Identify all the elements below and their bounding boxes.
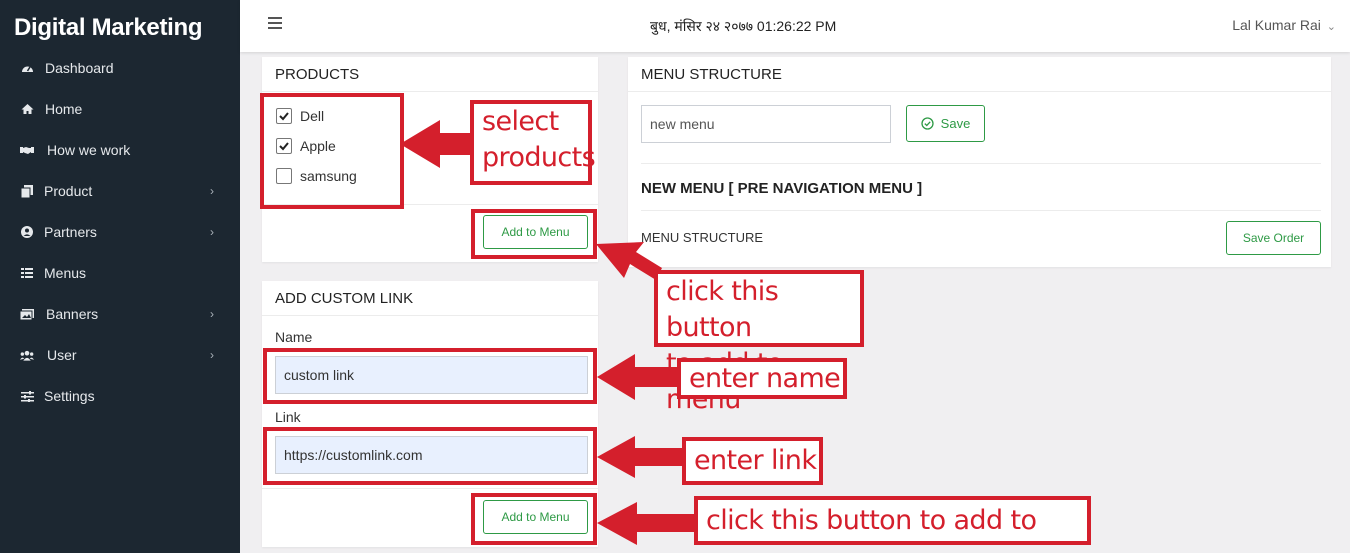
annotation-select-products: select products (470, 100, 596, 185)
check-circle-icon (921, 117, 934, 130)
new-menu-heading: NEW MENU [ PRE NAVIGATION MENU ] (641, 180, 923, 197)
annotation-line: select (482, 106, 559, 137)
sidebar-item-home[interactable]: Home (0, 94, 240, 124)
top-bar: बुध, मंसिर २४ २०७७ 01:26:22 PM Lal Kumar… (240, 0, 1350, 52)
username: Lal Kumar Rai (1232, 17, 1321, 33)
menu-name-input[interactable]: new menu (641, 105, 891, 143)
annotation-highlight-custom-link-button (471, 493, 597, 545)
annotation-line: products (482, 142, 596, 173)
save-order-button[interactable]: Save Order (1226, 221, 1321, 255)
sidebar-item-label: How we work (47, 142, 131, 158)
grid-icon (20, 266, 34, 280)
chevron-right-icon: › (210, 184, 214, 198)
user-circle-icon (20, 225, 34, 239)
annotation-highlight-link-field (263, 427, 597, 485)
sidebar-item-partners[interactable]: Partners › (0, 217, 240, 247)
sidebar-item-label: User (47, 347, 77, 363)
menu-toggle-icon[interactable] (268, 17, 282, 29)
menu-structure-title: MENU STRUCTURE (641, 66, 782, 83)
annotation-enter-link: enter link (682, 437, 823, 485)
sidebar-item-label: Dashboard (45, 60, 114, 76)
custom-link-title: ADD CUSTOM LINK (275, 290, 414, 307)
sidebar-item-product[interactable]: Product › (0, 176, 240, 206)
annotation-click-button-bottom: click this button to add to menu (694, 496, 1091, 553)
annotation-line: click this button (666, 276, 779, 343)
sidebar-item-label: Product (44, 183, 93, 199)
save-button-label: Save (940, 116, 971, 131)
brand-title[interactable]: Digital Marketing (14, 14, 203, 42)
sidebar-item-label: Partners (44, 224, 97, 240)
chevron-right-icon: › (210, 348, 214, 362)
annotation-enter-name: enter name (677, 358, 847, 399)
copy-icon (20, 184, 34, 198)
sidebar-item-settings[interactable]: Settings (0, 381, 240, 411)
annotation-click-button: click this button to add to menu (654, 270, 864, 415)
chevron-down-icon: ⌄ (1326, 21, 1336, 33)
sidebar-item-label: Menus (44, 265, 87, 281)
annotation-highlight-products-button (471, 209, 597, 259)
sidebar: Digital Marketing Dashboard Home How we … (0, 0, 240, 553)
sidebar-item-label: Home (45, 101, 83, 117)
annotation-arrow-left-icon (597, 436, 683, 478)
save-menu-button[interactable]: Save (906, 105, 985, 142)
current-datetime: बुध, मंसिर २४ २०७७ 01:26:22 PM (650, 18, 837, 34)
sidebar-item-label: Banners (46, 306, 99, 322)
sliders-icon (20, 389, 34, 403)
annotation-arrow-left-icon (597, 502, 697, 545)
chevron-right-icon: › (210, 225, 214, 239)
sidebar-item-dashboard[interactable]: Dashboard (0, 53, 240, 83)
sidebar-item-label: Settings (44, 388, 95, 404)
menu-structure-card: MENU STRUCTURE new menu Save NEW MENU [ … (628, 57, 1331, 267)
dashboard-icon (20, 61, 34, 75)
sidebar-item-banners[interactable]: Banners › (0, 299, 240, 329)
sidebar-item-how-we-work[interactable]: How we work (0, 135, 240, 165)
users-icon (20, 348, 34, 362)
name-label: Name (275, 329, 313, 345)
handshake-icon (20, 143, 34, 157)
annotation-highlight-name-field (263, 348, 597, 404)
annotation-arrow-up-left-icon (596, 242, 662, 280)
sidebar-item-menus[interactable]: Menus (0, 258, 240, 288)
annotation-highlight-products (260, 93, 404, 209)
images-icon (20, 307, 34, 321)
link-label: Link (275, 409, 301, 425)
annotation-arrow-left-icon (400, 120, 475, 168)
products-title: PRODUCTS (275, 66, 360, 83)
home-icon (20, 102, 34, 116)
chevron-right-icon: › (210, 307, 214, 321)
sidebar-item-user[interactable]: User › (0, 340, 240, 370)
user-menu[interactable]: Lal Kumar Rai ⌄ (1232, 17, 1336, 33)
